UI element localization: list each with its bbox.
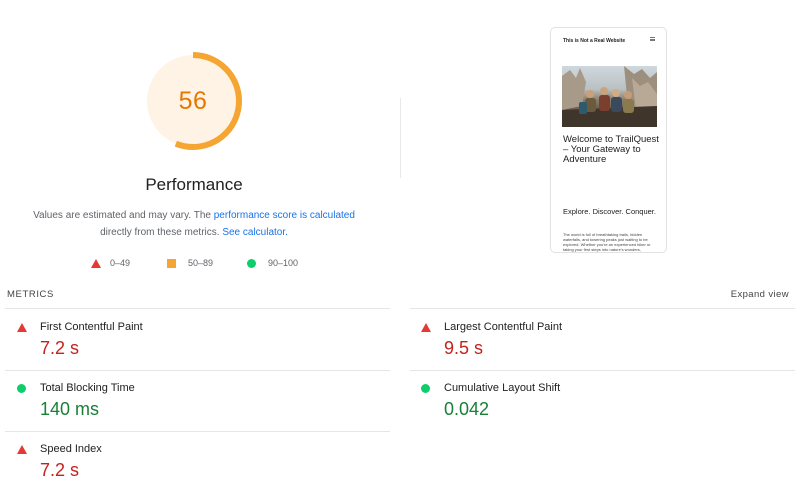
hikers-photo-art (562, 66, 657, 127)
preview-tagline: Explore. Discover. Conquer. (563, 207, 656, 216)
red-triangle-icon (91, 258, 101, 268)
red-triangle-icon (17, 445, 27, 454)
metrics-divider (5, 370, 390, 371)
hikers-photo (562, 66, 657, 127)
metric-name: Speed Index (40, 443, 102, 455)
gauge-score: 56 (178, 86, 208, 115)
page-screenshot-preview[interactable]: This is Not a Real Website Welcome to Tr… (550, 27, 667, 253)
green-circle-icon (17, 384, 26, 393)
metrics-divider (410, 370, 795, 371)
gauge-title: Performance (145, 175, 243, 194)
preview-body-text: The world is full of breathtaking trails… (563, 232, 651, 252)
expand-view-button[interactable]: Expand view (731, 289, 789, 300)
metric-value: 7.2 s (40, 338, 80, 358)
calculator-link[interactable]: See calculator. (222, 227, 288, 238)
orange-square-icon (167, 258, 176, 268)
metric-value: 7.2 s (40, 460, 80, 480)
score-legend: 0–49 50–89 90–100 (0, 256, 400, 270)
green-circle-icon (247, 258, 256, 268)
metric-name: Cumulative Layout Shift (444, 382, 561, 394)
metric-name: First Contentful Paint (40, 321, 143, 333)
red-triangle-icon (17, 323, 27, 332)
red-triangle-icon (421, 323, 431, 332)
legend-range: 0–49 (110, 258, 131, 268)
legend-item-good: 90–100 (247, 256, 298, 270)
note-prefix: Values are estimated and may vary. The (33, 210, 214, 221)
metrics-divider (5, 431, 390, 432)
note-middle: directly from these metrics. (100, 227, 223, 238)
metric-value: 9.5 s (444, 338, 484, 358)
metrics-heading: METRICS (7, 289, 54, 300)
metric-name: Largest Contentful Paint (444, 321, 563, 333)
preview-headline: Welcome to TrailQuest – Your Gateway to … (563, 134, 659, 165)
metrics-divider (410, 308, 795, 309)
preview-site-name: This is Not a Real Website (563, 38, 626, 44)
legend-item-average: 50–89 (167, 256, 213, 270)
hamburger-menu-icon (650, 37, 655, 41)
score-note: Values are estimated and may vary. The p… (14, 207, 374, 241)
performance-score-link[interactable]: performance score is calculated (214, 210, 355, 221)
performance-gauge[interactable]: 56 (142, 50, 244, 152)
legend-range: 90–100 (268, 258, 299, 268)
metric-name: Total Blocking Time (40, 382, 135, 394)
metric-value: 0.042 (444, 399, 490, 419)
metric-value: 140 ms (40, 399, 100, 419)
green-circle-icon (421, 384, 430, 393)
metrics-divider (5, 308, 390, 309)
section-divider (400, 98, 401, 178)
legend-range: 50–89 (188, 258, 214, 268)
legend-item-poor: 0–49 (91, 256, 130, 270)
lighthouse-report: 56 Performance Values are estimated and … (0, 0, 800, 493)
